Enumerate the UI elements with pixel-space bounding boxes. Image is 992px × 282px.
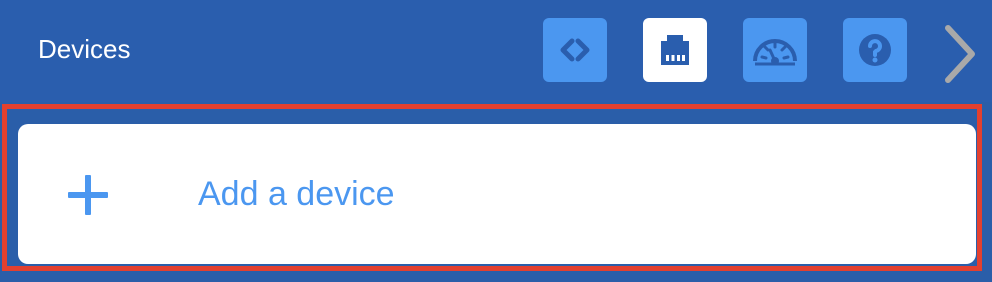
speed-test-button[interactable] (743, 18, 807, 82)
help-button[interactable] (843, 18, 907, 82)
network-port-button[interactable] (643, 18, 707, 82)
speedometer-icon (753, 39, 797, 66)
plus-icon[interactable] (68, 175, 108, 215)
add-device-label[interactable]: Add a device (198, 174, 395, 214)
page-title: Devices (38, 34, 131, 64)
add-device-card[interactable] (18, 124, 976, 264)
code-icon (560, 38, 590, 62)
ethernet-port-icon (661, 35, 689, 65)
chevron-right-icon (945, 25, 975, 83)
code-button[interactable] (543, 18, 607, 82)
next-button[interactable] (936, 22, 984, 86)
toolbar-header: Devices (0, 0, 992, 102)
help-icon (859, 34, 891, 66)
